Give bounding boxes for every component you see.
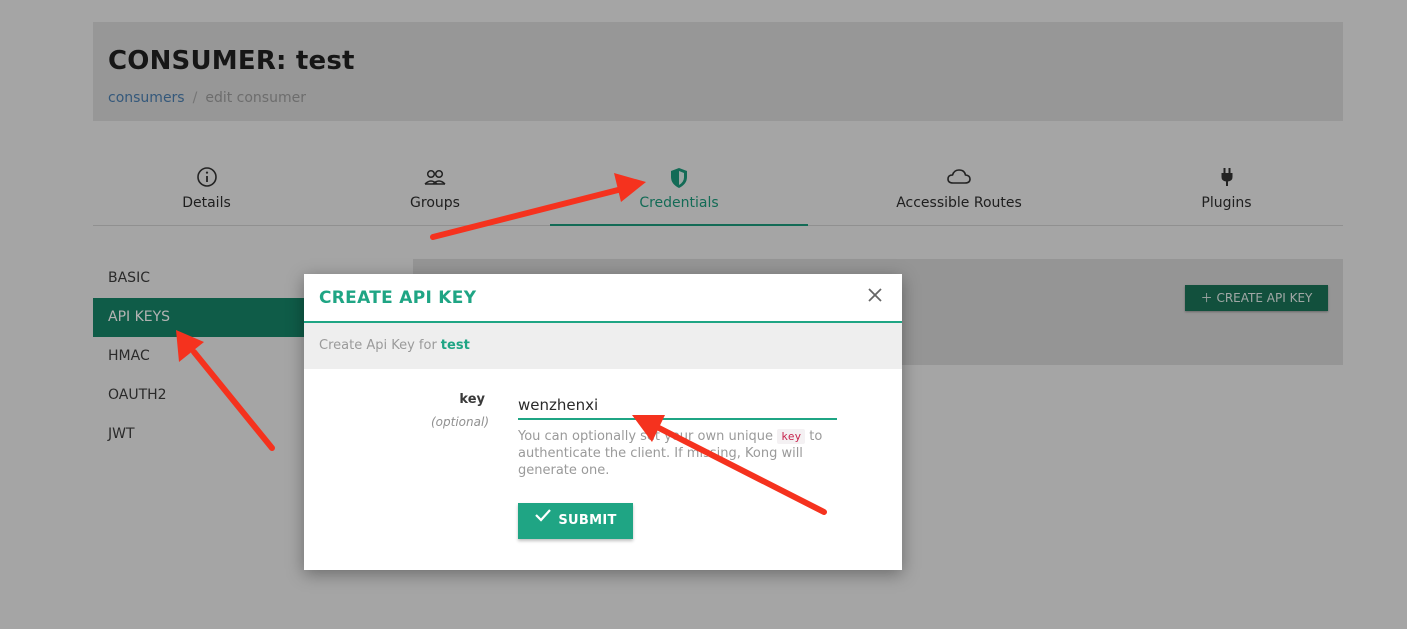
submit-label: SUBMIT <box>558 513 617 528</box>
key-field-label: key <box>459 392 485 407</box>
modal-subtitle-bar: Create Api Key for test <box>304 323 902 369</box>
key-help-text: You can optionally set your own unique k… <box>518 428 848 479</box>
key-input[interactable] <box>518 392 837 420</box>
modal-header: CREATE API KEY <box>304 274 902 323</box>
check-icon <box>534 501 552 537</box>
help-code-key: key <box>777 429 806 444</box>
key-field-optional: (optional) <box>431 415 489 429</box>
close-icon[interactable] <box>864 284 886 306</box>
modal-subtitle-consumer: test <box>440 338 470 353</box>
help-text-before: You can optionally set your own unique <box>518 429 774 444</box>
create-api-key-modal: CREATE API KEY Create Api Key for test ke… <box>304 274 902 570</box>
modal-subtitle: Create Api Key for <box>319 338 437 353</box>
submit-button[interactable]: SUBMIT <box>518 503 633 539</box>
modal-title: CREATE API KEY <box>319 288 477 308</box>
